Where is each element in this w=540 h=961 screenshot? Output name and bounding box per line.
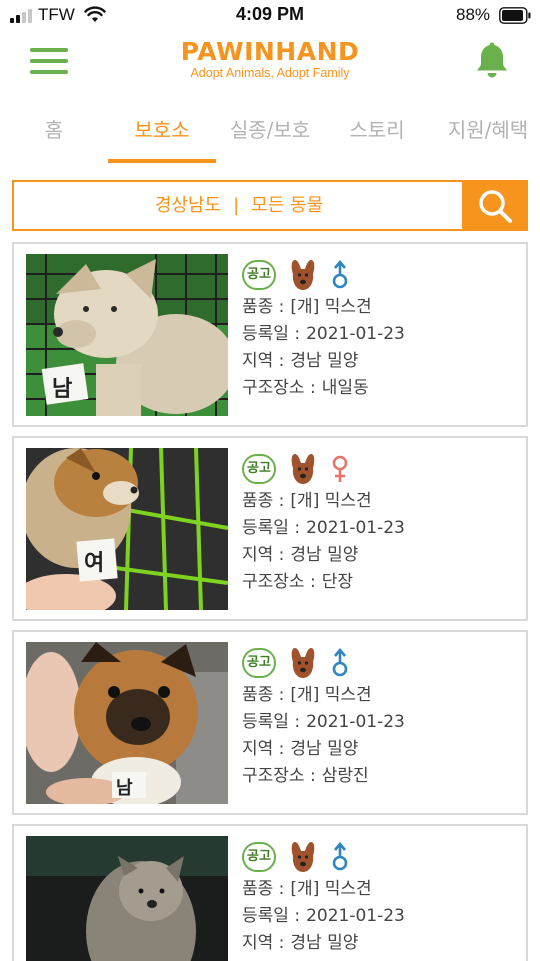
search-icon [479,190,512,223]
animal-filter[interactable]: 모든 동물 [251,195,323,216]
rescue-place-label: 구조장소 : [242,572,316,592]
breed-row: 품종 : [개] 믹스견 [242,294,512,321]
battery-percent: 88% [456,5,491,24]
dog-icon [291,260,315,290]
breed-label: 품종 : [242,685,285,705]
logo-title: PAWINHAND [180,37,360,66]
registered-row: 등록일 :2021-01-23 [242,321,512,348]
tab-shelter[interactable]: 보호소 [108,114,216,143]
search-button[interactable] [462,182,526,229]
male-icon [332,260,348,289]
breed-value: [개] 믹스견 [290,879,372,899]
registered-label: 등록일 : [242,518,301,538]
rescue-place-value: 단장 [321,572,353,592]
tab-lost-protect[interactable]: 실종/보호 [220,114,320,143]
female-icon [332,455,348,482]
area-label: 지역 : [242,351,285,371]
breed-value: [개] 믹스견 [290,685,372,705]
app-header: PAWINHAND Adopt Animals, Adopt Family [0,32,540,94]
area-value: 경남 밀양 [290,933,359,953]
active-tab-indicator [108,159,216,163]
registered-value: 2021-01-23 [306,906,405,926]
dog-icon [291,454,315,484]
tab-support[interactable]: 지원/혜택 [436,114,540,143]
battery-icon [499,7,531,24]
area-value: 경남 밀양 [290,545,359,565]
area-value: 경남 밀양 [290,351,359,371]
badge-row: 공고 [242,452,512,488]
registered-row: 등록일 :2021-01-23 [242,903,512,930]
category-tabs: 홈 보호소 실종/보호 스토리 지원/혜택 [0,100,540,164]
breed-label: 품종 : [242,879,285,899]
area-label: 지역 : [242,739,285,759]
area-value: 경남 밀양 [290,739,359,759]
notice-badge: 공고 [242,260,276,290]
search-filter-bar[interactable]: 경상남도 | 모든 동물 [12,180,528,231]
animal-photo: 남 [26,254,228,416]
rescue-place-row: 구조장소 : 내일동 [242,375,512,402]
animal-card[interactable]: 남 공고 품종 : [개] 믹스견 등록일 :2021-01-23 지역 : 경남 … [12,630,528,815]
animal-photo: 여 [26,448,228,610]
badge-row: 공고 [242,258,512,294]
animal-info: 공고 품종 : [개] 믹스견 등록일 :2021-01-23 지역 : 경남 밀양 [242,840,512,957]
breed-row: 품종 : [개] 믹스견 [242,488,512,515]
filter-summary[interactable]: 경상남도 | 모든 동물 [14,182,464,229]
dog-icon [291,842,315,872]
badge-row: 공고 [242,646,512,682]
area-label: 지역 : [242,545,285,565]
rescue-place-value: 삼랑진 [321,766,369,786]
breed-label: 품종 : [242,491,285,511]
photo-tag: 남 [52,377,72,402]
dog-icon [291,648,315,678]
notice-badge: 공고 [242,842,276,872]
breed-value: [개] 믹스견 [290,297,372,317]
status-bar: TFW 4:09 PM 88% [0,0,540,32]
rescue-place-label: 구조장소 : [242,378,316,398]
registered-row: 등록일 :2021-01-23 [242,709,512,736]
rescue-place-value: 내일동 [321,378,369,398]
rescue-place-label: 구조장소 : [242,766,316,786]
male-icon [332,648,348,677]
animal-info: 공고 품종 : [개] 믹스견 등록일 :2021-01-23 지역 : 경남 밀양… [242,258,512,402]
app-logo: PAWINHAND Adopt Animals, Adopt Family [0,37,540,81]
animal-info: 공고 품종 : [개] 믹스견 등록일 :2021-01-23 지역 : 경남 밀양… [242,452,512,596]
registered-label: 등록일 : [242,712,301,732]
breed-value: [개] 믹스견 [290,491,372,511]
tab-story[interactable]: 스토리 [336,114,418,143]
rescue-place-row: 구조장소 : 단장 [242,569,512,596]
area-row: 지역 : 경남 밀양 [242,736,512,763]
animal-photo [26,836,228,961]
registered-value: 2021-01-23 [306,518,405,538]
badge-row: 공고 [242,840,512,876]
photo-tag: 여 [84,551,104,576]
photo-tag: 남 [116,778,133,799]
breed-row: 품종 : [개] 믹스견 [242,876,512,903]
animal-card[interactable]: 남 공고 품종 : [개] 믹스견 등록일 :2021-01-23 지역 : 경남 … [12,242,528,427]
animal-card[interactable]: 여 공고 품종 : [개] 믹스견 등록일 :2021-01-23 지역 : 경남 … [12,436,528,621]
registered-value: 2021-01-23 [306,712,405,732]
breed-label: 품종 : [242,297,285,317]
male-icon [332,842,348,871]
rescue-place-row: 구조장소 : 삼랑진 [242,763,512,790]
animal-info: 공고 품종 : [개] 믹스견 등록일 :2021-01-23 지역 : 경남 밀양… [242,646,512,790]
notice-badge: 공고 [242,648,276,678]
registered-label: 등록일 : [242,906,301,926]
registered-value: 2021-01-23 [306,324,405,344]
filter-separator: | [233,195,240,216]
notice-badge: 공고 [242,454,276,484]
bell-icon[interactable] [474,42,510,80]
area-row: 지역 : 경남 밀양 [242,348,512,375]
area-label: 지역 : [242,933,285,953]
registered-label: 등록일 : [242,324,301,344]
tab-home[interactable]: 홈 [28,114,80,143]
logo-subtitle: Adopt Animals, Adopt Family [190,66,350,80]
registered-row: 등록일 :2021-01-23 [242,515,512,542]
animal-photo: 남 [26,642,228,804]
breed-row: 품종 : [개] 믹스견 [242,682,512,709]
area-row: 지역 : 경남 밀양 [242,930,512,957]
area-row: 지역 : 경남 밀양 [242,542,512,569]
animal-card[interactable]: 공고 품종 : [개] 믹스견 등록일 :2021-01-23 지역 : 경남 밀양 [12,824,528,961]
region-filter[interactable]: 경상남도 [155,195,221,216]
